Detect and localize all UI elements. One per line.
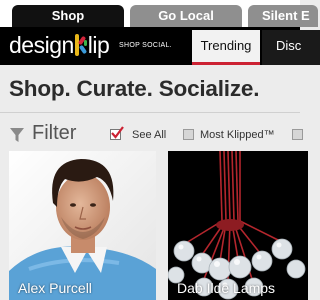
site-tab-bar: Shop Go Local Silent E [0, 0, 318, 27]
product-card[interactable]: Dab Ilde Lamps [168, 151, 308, 300]
product-photo-man [9, 151, 156, 300]
product-photo-lamp [168, 151, 308, 300]
divider [0, 112, 300, 113]
logo[interactable]: design lip [9, 32, 110, 58]
logo-text-prefix: design [9, 32, 74, 58]
site-header: design lip SHOP SOCIAL. Trending Disc [0, 27, 320, 65]
most-klipped-label[interactable]: Most Klipped™ [200, 129, 275, 141]
tab-go-local[interactable]: Go Local [130, 5, 242, 27]
klip-k-icon [74, 34, 88, 56]
nav-tab-trending[interactable]: Trending [192, 30, 260, 65]
filter-label: Filter [32, 122, 77, 144]
see-all-label[interactable]: See All [132, 129, 166, 141]
page-headline: Shop. Curate. Socialize. [9, 76, 260, 101]
logo-text-suffix: lip [87, 32, 110, 58]
third-filter-checkbox[interactable] [292, 129, 303, 140]
card-caption: Alex Purcell [18, 280, 92, 296]
most-klipped-checkbox[interactable] [183, 129, 194, 140]
check-icon [111, 126, 124, 139]
nav-tab-discover[interactable]: Disc [262, 30, 320, 65]
card-caption: Dab Ilde Lamps [177, 280, 276, 296]
product-card[interactable]: Alex Purcell [9, 151, 156, 300]
tab-shop[interactable]: Shop [12, 5, 124, 27]
see-all-checkbox[interactable] [110, 126, 124, 140]
funnel-icon [10, 128, 24, 142]
tab-silent-e[interactable]: Silent E [248, 5, 318, 27]
tagline: SHOP SOCIAL. [119, 42, 172, 49]
